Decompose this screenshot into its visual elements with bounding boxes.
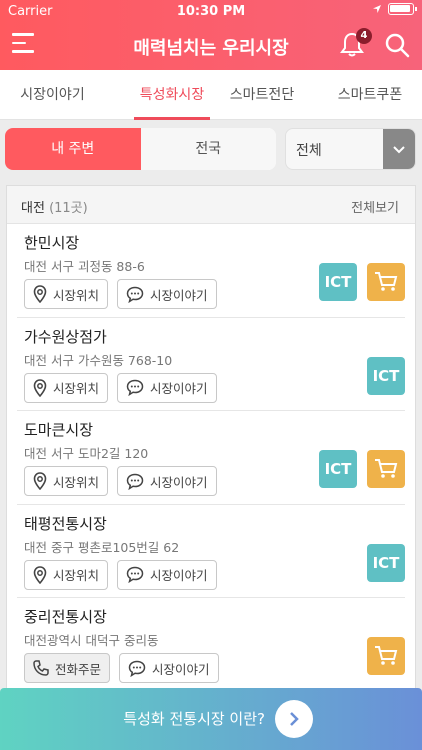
tab-market-story[interactable]: 시장이야기 [0,70,105,120]
market-location-button[interactable]: 시장위치 [24,372,109,403]
market-name: 중리전통시장 [24,608,107,626]
notification-badge: 4 [356,28,372,44]
market-story-button[interactable]: 시장이야기 [119,653,219,683]
dropdown-button[interactable] [383,129,415,169]
location-segmented-control: 내 주변 전국 [5,128,276,170]
cart-button[interactable] [367,637,405,675]
cart-icon [375,272,398,291]
market-location-button[interactable]: 시장위치 [24,279,109,309]
location-arrow-icon [373,5,381,13]
market-name: 가수원상점가 [24,327,107,346]
button-label: 시장이야기 [150,568,208,583]
info-banner-arrow-button[interactable] [275,700,313,738]
market-story-button[interactable]: 시장이야기 [117,559,217,590]
market-name: 한민시장 [24,234,80,252]
market-address: 대전 서구 괴정동 88-6 [24,259,145,274]
list-item[interactable]: 도마큰시장대전 서구 도마2길 120 시장위치 시장이야기 ICT [17,411,405,505]
nationwide-toggle[interactable]: 전국 [140,128,276,170]
market-story-button[interactable]: 시장이야기 [117,279,217,309]
notification-button[interactable]: 4 [340,28,372,58]
info-banner-text: 특성화 전통시장 이란? [123,710,265,728]
chat-bubble-icon [126,379,144,396]
list-item[interactable]: 태평전통시장대전 중구 평촌로105번길 62 시장위치 시장이야기 ICT [17,505,405,598]
status-icons [372,3,417,15]
app-header: Carrier 10:30 PM 매력넘치는 우리시장 4 [0,0,422,70]
market-name: 도마큰시장 [24,421,94,439]
button-label: 시장이야기 [150,474,208,490]
cart-icon [375,646,398,665]
chat-bubble-icon [126,286,144,303]
battery-icon [388,3,417,15]
chat-bubble-icon [126,473,144,490]
market-list-card: 대전 (11곳) 전체보기 한민시장 대전 서구 괴정동 88-6 시장위치 시장이야… [6,185,416,705]
button-label: 시장이야기 [150,381,208,396]
category-select-value: 전체 [296,143,322,159]
cart-button[interactable] [367,450,405,488]
cart-icon [375,459,398,478]
region-name: 대전 [21,201,45,216]
market-location-button[interactable]: 시장위치 [24,466,109,496]
category-select[interactable]: 전체 [285,128,416,170]
category-tabs: 시장이야기 특성화시장 스마트전단 스마트쿠폰 [0,70,422,120]
chevron-right-icon [290,712,299,726]
location-pin-icon [33,285,47,303]
location-pin-icon [33,378,47,397]
market-address: 대전 중구 평촌로105번길 62 [24,539,180,555]
list-item[interactable]: 가수원상점가대전 서구 가수원동 768-10 시장위치 시장이야기 ICT [17,318,405,411]
phone-order-button[interactable]: 전화주문 [24,653,111,683]
clock: 10:30 PM [176,4,246,19]
button-label: 시장위치 [53,568,100,583]
status-bar: Carrier 10:30 PM [0,0,422,22]
search-button[interactable] [384,32,410,58]
list-header: 대전 (11곳) 전체보기 [7,186,415,224]
tab-smart-coupon[interactable]: 스마트쿠폰 [318,70,422,120]
info-banner[interactable]: 특성화 전통시장 이란? [0,688,422,750]
button-label: 시장이야기 [150,287,208,303]
ict-badge[interactable]: ICT [367,543,405,582]
button-label: 시장위치 [53,287,100,303]
market-address: 대전 서구 도마2길 120 [24,446,149,461]
ict-badge[interactable]: ICT [319,450,357,488]
button-label: 시장위치 [53,474,100,490]
market-address: 대전 서구 가수원동 768-10 [24,352,173,368]
ict-badge[interactable]: ICT [367,356,405,395]
cart-button[interactable] [367,263,405,301]
region-label: 대전 (11곳) [21,197,88,216]
market-name: 태평전통시장 [24,514,107,533]
search-icon [385,33,410,58]
tab-smart-flyer[interactable]: 스마트전단 [218,70,306,120]
chevron-down-icon [393,146,405,154]
nearby-toggle[interactable]: 내 주변 [5,128,141,170]
market-location-button[interactable]: 시장위치 [24,559,109,590]
chat-bubble-icon [128,660,146,677]
button-label: 시장위치 [53,381,100,396]
list-item[interactable]: 한민시장대전 서구 괴정동 88-6 시장위치 시장이야기 ICT [17,224,405,318]
ict-badge[interactable]: ICT [319,263,357,301]
button-label: 전화주문 [55,661,102,677]
market-address: 대전광역시 대덕구 중리동 [24,633,159,648]
location-pin-icon [33,472,47,490]
button-label: 시장이야기 [152,661,210,677]
tab-specialized-market[interactable]: 특성화시장 [134,70,210,120]
location-pin-icon [33,565,47,584]
market-story-button[interactable]: 시장이야기 [117,372,217,403]
view-all-link[interactable]: 전체보기 [351,197,399,216]
market-count: (11곳) [49,201,88,216]
phone-icon [33,660,49,676]
list-item[interactable]: 중리전통시장대전광역시 대덕구 중리동전화주문 시장이야기 [17,598,405,692]
market-story-button[interactable]: 시장이야기 [117,466,217,496]
filter-bar: 내 주변 전국 전체 [0,120,422,182]
chat-bubble-icon [126,566,144,583]
